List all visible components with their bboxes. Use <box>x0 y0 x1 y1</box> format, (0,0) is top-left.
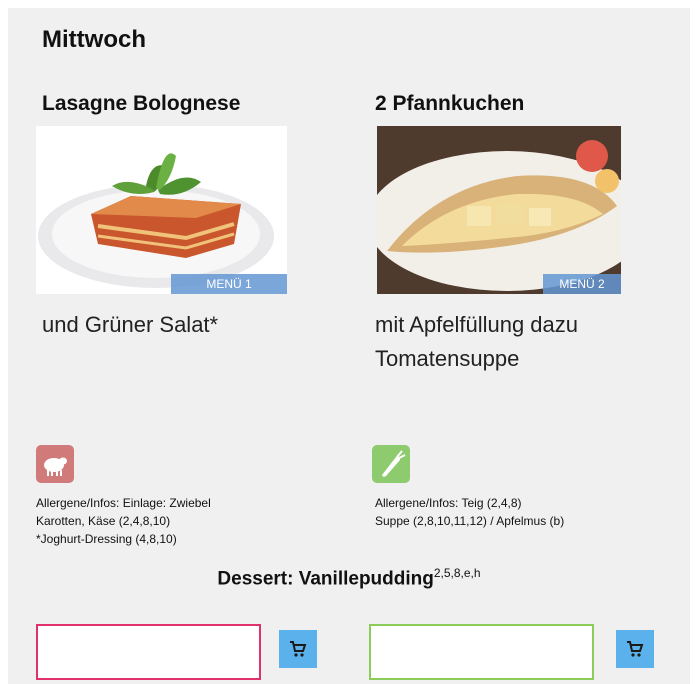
menu-2-title: 2 Pfannkuchen <box>375 92 525 115</box>
menu-1-allergens: Allergene/Infos: Einlage: Zwiebel Karott… <box>36 496 211 546</box>
menu-1-title: Lasagne Bolognese <box>42 92 241 115</box>
lasagne-image <box>38 153 274 288</box>
menu-1-quantity-input[interactable] <box>36 624 261 680</box>
menu-1-badge: MENÜ 1 <box>171 274 287 294</box>
menu-2-description: mit Apfelfüllung dazu Tomatensuppe <box>375 312 579 371</box>
menu-2-allergens: Allergene/Infos: Teig (2,4,8) Suppe (2,8… <box>375 496 565 528</box>
menu-1-cart-button[interactable] <box>279 630 317 668</box>
menu-1-description: und Grüner Salat* <box>42 312 219 337</box>
menu-2-cart-button[interactable] <box>616 630 654 668</box>
menu-1-image[interactable]: MENÜ 1 <box>36 126 287 294</box>
cart-icon <box>627 641 644 657</box>
dessert-allergens: 2,5,8,e,h <box>433 566 481 580</box>
cart-icon <box>290 641 307 657</box>
menu-2-badge: MENÜ 2 <box>543 274 621 294</box>
lamb-icon <box>36 445 74 483</box>
dessert: Dessert: Vanillepudding2,5,8,e,h <box>217 566 481 590</box>
carrot-icon <box>372 445 410 483</box>
pancake-image <box>377 126 621 294</box>
menu-2-quantity-input[interactable] <box>369 624 594 680</box>
day-title: Mittwoch <box>42 26 146 53</box>
menu-2-image[interactable]: MENÜ 2 <box>377 126 621 294</box>
